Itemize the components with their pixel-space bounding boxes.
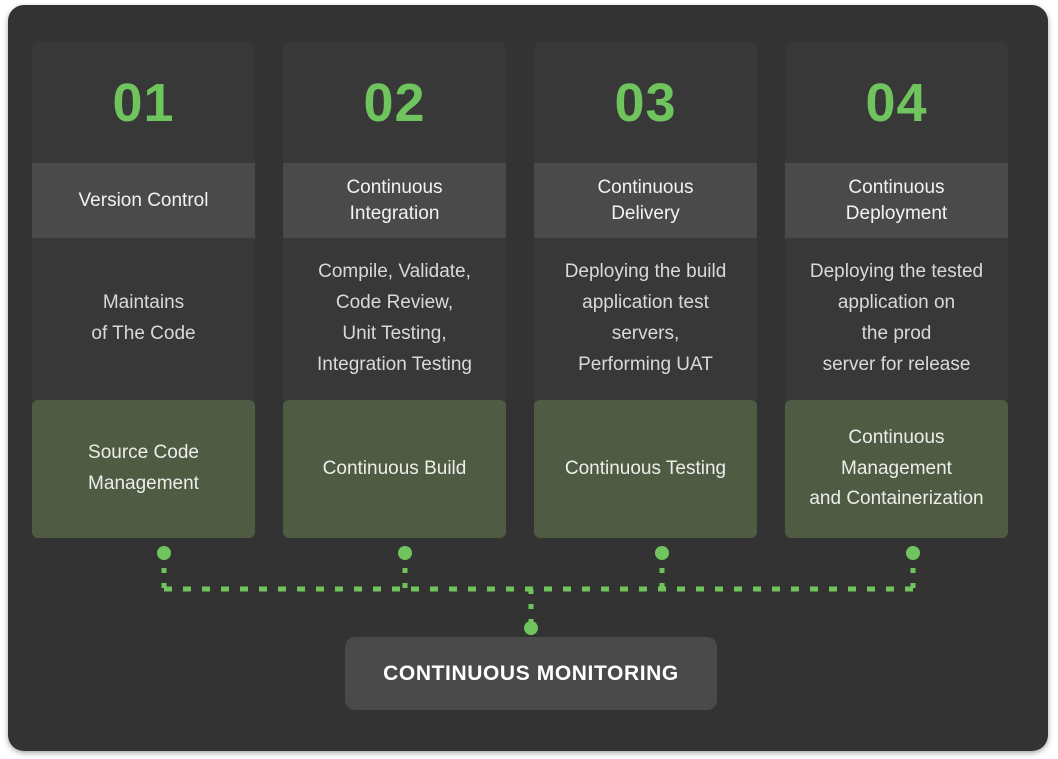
stage-title-2: Continuous Integration bbox=[283, 163, 506, 238]
stage-description-4: Deploying the tested application on the pr… bbox=[785, 238, 1008, 400]
stage-number-3: 03 bbox=[534, 42, 757, 163]
stage-number-4: 04 bbox=[785, 42, 1008, 163]
stage-description-2: Compile, Validate, Code Review, Unit Testi… bbox=[283, 238, 506, 400]
stage-card-4[interactable]: 04 Continuous Deployment Deploying the te… bbox=[785, 42, 1008, 538]
stage-tool-3: Continuous Testing bbox=[534, 400, 757, 538]
stage-description-1: Maintains of The Code bbox=[32, 238, 255, 400]
stage-description-3: Deploying the build application test serve… bbox=[534, 238, 757, 400]
stage-tool-1: Source Code Management bbox=[32, 400, 255, 538]
stage-card-1[interactable]: 01 Version Control Maintains of The Code … bbox=[32, 42, 255, 538]
stage-tool-4: Continuous Management and Containerization bbox=[785, 400, 1008, 538]
stage-title-1: Version Control bbox=[32, 163, 255, 238]
diagram-canvas: 01 Version Control Maintains of The Code … bbox=[0, 0, 1058, 759]
stage-card-2[interactable]: 02 Continuous Integration Compile, Valida… bbox=[283, 42, 506, 538]
pipeline-stage-row: 01 Version Control Maintains of The Code … bbox=[32, 42, 1008, 538]
stage-number-2: 02 bbox=[283, 42, 506, 163]
stage-title-4: Continuous Deployment bbox=[785, 163, 1008, 238]
stage-title-3: Continuous Delivery bbox=[534, 163, 757, 238]
stage-number-1: 01 bbox=[32, 42, 255, 163]
stage-card-3[interactable]: 03 Continuous Delivery Deploying the buil… bbox=[534, 42, 757, 538]
stage-tool-2: Continuous Build bbox=[283, 400, 506, 538]
continuous-monitoring-bar[interactable]: CONTINUOUS MONITORING bbox=[345, 637, 717, 710]
continuous-monitoring-label: CONTINUOUS MONITORING bbox=[383, 661, 679, 685]
